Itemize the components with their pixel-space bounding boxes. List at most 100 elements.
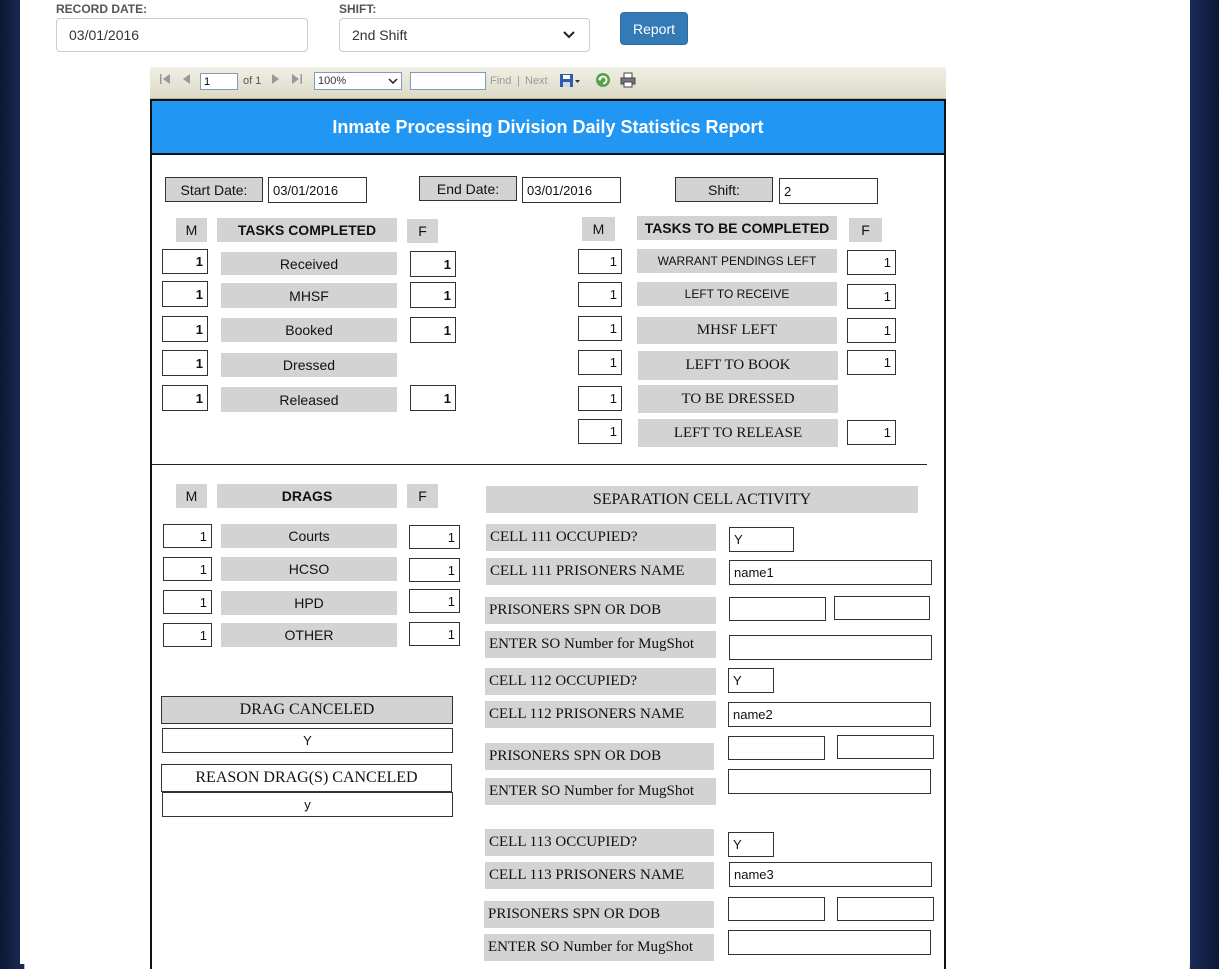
find-input[interactable] — [410, 72, 486, 90]
hpd-f-value: 1 — [409, 589, 460, 613]
left-to-release-label: LEFT TO RELEASE — [638, 419, 838, 447]
zoom-value: 100% — [318, 75, 347, 87]
cell-112-occupied-label: CELL 112 OCCUPIED? — [485, 668, 716, 695]
left-to-book-f-value: 1 — [847, 350, 896, 375]
courts-label: Courts — [221, 524, 397, 548]
booked-m-value: 1 — [162, 316, 208, 342]
shift-label: SHIFT: — [339, 2, 377, 16]
shift-select[interactable]: 2nd Shift — [339, 18, 590, 52]
left-to-book-m-value: 1 — [578, 350, 622, 375]
cell-113-occupied-label: CELL 113 OCCUPIED? — [485, 829, 714, 856]
next-link[interactable]: Next — [525, 75, 548, 87]
section-divider — [152, 464, 927, 465]
refresh-icon[interactable] — [595, 72, 611, 88]
next-page-icon[interactable] — [271, 73, 281, 85]
page-count: of 1 — [243, 75, 262, 87]
tasks-to-be-f-header: F — [849, 218, 882, 242]
cell-111-dob-value — [834, 596, 930, 620]
received-m-value: 1 — [162, 249, 208, 274]
page-number-input[interactable]: 1 — [200, 73, 238, 90]
left-to-receive-f-value: 1 — [847, 284, 896, 309]
released-label: Released — [221, 387, 397, 412]
cell-112-name-value: name2 — [728, 702, 931, 727]
cell-112-so-value — [728, 769, 931, 794]
cell-113-spn-label: PRISONERS SPN OR DOB — [484, 901, 714, 928]
previous-page-icon[interactable] — [181, 73, 191, 85]
other-label: OTHER — [221, 623, 397, 647]
released-f-value: 1 — [410, 385, 456, 411]
end-date-value: 03/01/2016 — [522, 177, 621, 203]
chevron-down-icon — [563, 31, 575, 39]
report-title: Inmate Processing Division Daily Statist… — [150, 99, 946, 155]
start-date-value: 03/01/2016 — [268, 177, 367, 203]
cell-113-occupied-value: Y — [728, 832, 774, 857]
cell-113-so-value — [728, 930, 931, 955]
drags-header: DRAGS — [217, 484, 397, 508]
drag-canceled-label: DRAG CANCELED — [161, 696, 453, 724]
end-date-label: End Date: — [419, 176, 517, 201]
chevron-down-icon — [388, 78, 398, 84]
cell-112-spn-value — [728, 736, 825, 760]
warrant-pendings-label: WARRANT PENDINGS LEFT — [637, 249, 837, 273]
mhsf-left-f-value: 1 — [847, 318, 896, 343]
toolbar-separator: | — [517, 75, 520, 87]
cell-113-dob-value — [837, 897, 934, 921]
find-link[interactable]: Find — [490, 75, 511, 87]
other-f-value: 1 — [409, 622, 460, 646]
left-to-receive-label: LEFT TO RECEIVE — [637, 282, 837, 306]
report-button[interactable]: Report — [620, 12, 688, 45]
courts-f-value: 1 — [409, 525, 460, 549]
reason-drag-canceled-label: REASON DRAG(S) CANCELED — [161, 764, 452, 792]
print-icon[interactable] — [620, 72, 636, 88]
cell-111-occupied-label: CELL 111 OCCUPIED? — [486, 524, 716, 551]
cell-111-name-value: name1 — [729, 560, 932, 585]
shift-select-value: 2nd Shift — [352, 27, 408, 43]
other-m-value: 1 — [163, 623, 212, 647]
hcso-m-value: 1 — [163, 557, 212, 581]
cell-112-spn-label: PRISONERS SPN OR DOB — [485, 743, 714, 770]
cell-112-dob-value — [837, 735, 934, 759]
mhsf-left-label: MHSF LEFT — [637, 317, 837, 344]
dressed-label: Dressed — [221, 353, 397, 377]
zoom-select[interactable]: 100% — [314, 72, 402, 90]
cell-111-so-value — [729, 635, 932, 660]
drags-m-header: M — [176, 484, 207, 508]
left-to-release-m-value: 1 — [578, 419, 622, 444]
dressed-m-value: 1 — [162, 350, 208, 376]
page-number-value: 1 — [204, 75, 211, 88]
hcso-label: HCSO — [221, 557, 397, 581]
left-to-release-f-value: 1 — [847, 420, 896, 445]
released-m-value: 1 — [162, 385, 208, 411]
cell-113-name-value: name3 — [729, 862, 932, 887]
separation-cell-header: SEPARATION CELL ACTIVITY — [486, 486, 918, 513]
cell-113-spn-value — [728, 897, 825, 921]
cell-112-name-label: CELL 112 PRISONERS NAME — [485, 701, 716, 728]
booked-f-value: 1 — [410, 317, 456, 343]
tasks-to-be-m-header: M — [582, 217, 615, 241]
cell-111-occupied-value: Y — [729, 527, 794, 552]
mhsf-m-value: 1 — [162, 281, 208, 307]
left-to-book-label: LEFT TO BOOK — [638, 351, 838, 380]
to-be-dressed-label: TO BE DRESSED — [638, 385, 838, 413]
mhsf-f-value: 1 — [410, 282, 456, 308]
warrant-pendings-m-value: 1 — [578, 249, 622, 274]
cell-113-name-label: CELL 113 PRISONERS NAME — [485, 862, 714, 889]
courts-m-value: 1 — [163, 524, 212, 548]
cell-112-so-label: ENTER SO Number for MugShot — [485, 778, 716, 805]
tasks-to-be-header: TASKS TO BE COMPLETED — [637, 216, 837, 240]
record-date-value: 03/01/2016 — [69, 27, 140, 43]
export-save-icon[interactable] — [559, 73, 581, 89]
cell-112-occupied-value: Y — [728, 668, 774, 693]
last-page-icon[interactable] — [291, 73, 303, 85]
hcso-f-value: 1 — [409, 558, 460, 582]
hpd-m-value: 1 — [163, 590, 212, 614]
record-date-input[interactable]: 03/01/2016 — [56, 18, 308, 52]
booked-label: Booked — [221, 318, 397, 342]
tasks-completed-f-header: F — [407, 219, 438, 243]
cell-111-so-label: ENTER SO Number for MugShot — [485, 631, 716, 658]
warrant-pendings-f-value: 1 — [847, 250, 896, 275]
tasks-completed-m-header: M — [176, 218, 207, 242]
received-f-value: 1 — [410, 251, 456, 277]
mhsf-left-m-value: 1 — [578, 316, 622, 341]
first-page-icon[interactable] — [159, 73, 171, 85]
